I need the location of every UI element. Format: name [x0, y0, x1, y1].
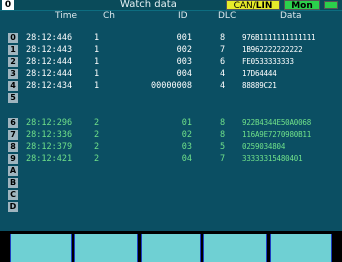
page-indicator: 0	[2, 0, 14, 10]
table-row[interactable]: 4 28:12:434 1 00000008 4 88889C21	[0, 80, 342, 92]
column-header-id: ID	[178, 11, 188, 21]
cell-data: 1B962222222222	[242, 45, 303, 54]
cell-time: 28:12:446	[26, 33, 73, 43]
screen-title: Watch data	[120, 0, 177, 10]
column-header-dlc: DLC	[218, 11, 237, 21]
cell-dlc: 8	[220, 33, 226, 43]
cell-data: 976B1111111111111	[242, 33, 316, 42]
function-key-2[interactable]	[74, 234, 138, 262]
cell-data: 88889C21	[242, 81, 277, 90]
cell-time: 28:12:444	[26, 57, 73, 67]
mode-lin-label: LIN	[255, 1, 273, 11]
column-header-ch: Ch	[103, 11, 115, 21]
table-row[interactable]: A	[0, 165, 342, 177]
function-key-1[interactable]	[10, 234, 72, 262]
row-index-badge: A	[8, 166, 18, 176]
row-index-badge: 5	[8, 93, 18, 103]
cell-time: 28:12:443	[26, 45, 73, 55]
row-index-badge: 4	[8, 81, 18, 91]
table-row[interactable]: 5	[0, 92, 342, 104]
table-row[interactable]: 3 28:12:444 1 004 4 17D64444	[0, 68, 342, 80]
monitor-mode-badge[interactable]: Mon	[284, 0, 320, 11]
cell-data: 116A9E7270980B11	[242, 130, 312, 139]
column-header-time: Time	[55, 11, 78, 21]
cell-data: 922B4344E50A0068	[242, 118, 312, 127]
cell-dlc: 8	[220, 118, 226, 128]
function-key-4[interactable]	[203, 234, 267, 262]
cell-id: 04	[181, 154, 192, 164]
table-row[interactable]: 6 28:12:296 2 01 8 922B4344E50A0068	[0, 117, 342, 129]
cell-channel: 2	[94, 130, 100, 140]
column-header-data: Data	[280, 11, 302, 21]
cell-id: 02	[181, 130, 192, 140]
row-index-badge: 0	[8, 33, 18, 43]
row-index-badge: D	[8, 202, 18, 212]
row-index-badge: C	[8, 190, 18, 200]
row-index-badge: 7	[8, 130, 18, 140]
row-index-badge: 6	[8, 118, 18, 128]
cell-time: 28:12:434	[26, 81, 73, 91]
cell-channel: 1	[94, 69, 100, 79]
cell-data: 33333315480401	[242, 154, 303, 163]
cell-channel: 1	[94, 57, 100, 67]
cell-channel: 2	[94, 142, 100, 152]
cell-id: 003	[176, 57, 192, 67]
table-row[interactable]: D	[0, 201, 342, 213]
cell-data: FE0533333333	[242, 57, 294, 66]
cell-dlc: 6	[220, 57, 226, 67]
cell-channel: 2	[94, 118, 100, 128]
cell-time: 28:12:421	[26, 154, 73, 164]
cell-data: 0259034804	[242, 142, 286, 151]
cell-channel: 1	[94, 81, 100, 91]
cell-dlc: 7	[220, 45, 226, 55]
cell-time: 28:12:444	[26, 69, 73, 79]
function-key-3[interactable]	[141, 234, 201, 262]
cell-channel: 2	[94, 154, 100, 164]
cell-channel: 1	[94, 45, 100, 55]
cell-dlc: 8	[220, 130, 226, 140]
table-row[interactable]: B	[0, 177, 342, 189]
table-row[interactable]: 1 28:12:443 1 002 7 1B962222222222	[0, 44, 342, 56]
cell-dlc: 7	[220, 154, 226, 164]
title-bar: 0 Watch data CAN/LIN Mon	[0, 0, 342, 11]
table-row[interactable]: 8 28:12:379 2 03 5 0259034804	[0, 141, 342, 153]
table-row[interactable]: 7 28:12:336 2 02 8 116A9E7270980B11	[0, 129, 342, 141]
row-index-badge: 3	[8, 69, 18, 79]
cell-dlc: 5	[220, 142, 226, 152]
cell-id: 03	[181, 142, 192, 152]
cell-id: 01	[181, 118, 192, 128]
cell-data: 17D64444	[242, 69, 277, 78]
cell-channel: 1	[94, 33, 100, 43]
table-row[interactable]: 9 28:12:421 2 04 7 33333315480401	[0, 153, 342, 165]
mode-can-label: CAN	[233, 1, 253, 11]
table-row[interactable]: 2 28:12:444 1 003 6 FE0533333333	[0, 56, 342, 68]
cell-id: 00000008	[151, 81, 192, 91]
row-index-badge: 8	[8, 142, 18, 152]
cell-time: 28:12:296	[26, 118, 73, 128]
row-index-badge: 1	[8, 45, 18, 55]
row-index-badge: B	[8, 178, 18, 188]
cell-id: 002	[176, 45, 192, 55]
table-row[interactable]: C	[0, 189, 342, 201]
cell-time: 28:12:379	[26, 142, 73, 152]
cell-dlc: 4	[220, 81, 226, 91]
row-index-badge: 9	[8, 154, 18, 164]
cell-dlc: 4	[220, 69, 226, 79]
can-lin-mode-toggle[interactable]: CAN/LIN	[226, 0, 280, 11]
table-row[interactable]: 0 28:12:446 1 001 8 976B1111111111111	[0, 32, 342, 44]
cell-id: 004	[176, 69, 192, 79]
function-key-5[interactable]	[270, 234, 332, 262]
cell-time: 28:12:336	[26, 130, 73, 140]
cell-id: 001	[176, 33, 192, 43]
row-index-badge: 2	[8, 57, 18, 67]
status-indicator	[324, 1, 338, 9]
